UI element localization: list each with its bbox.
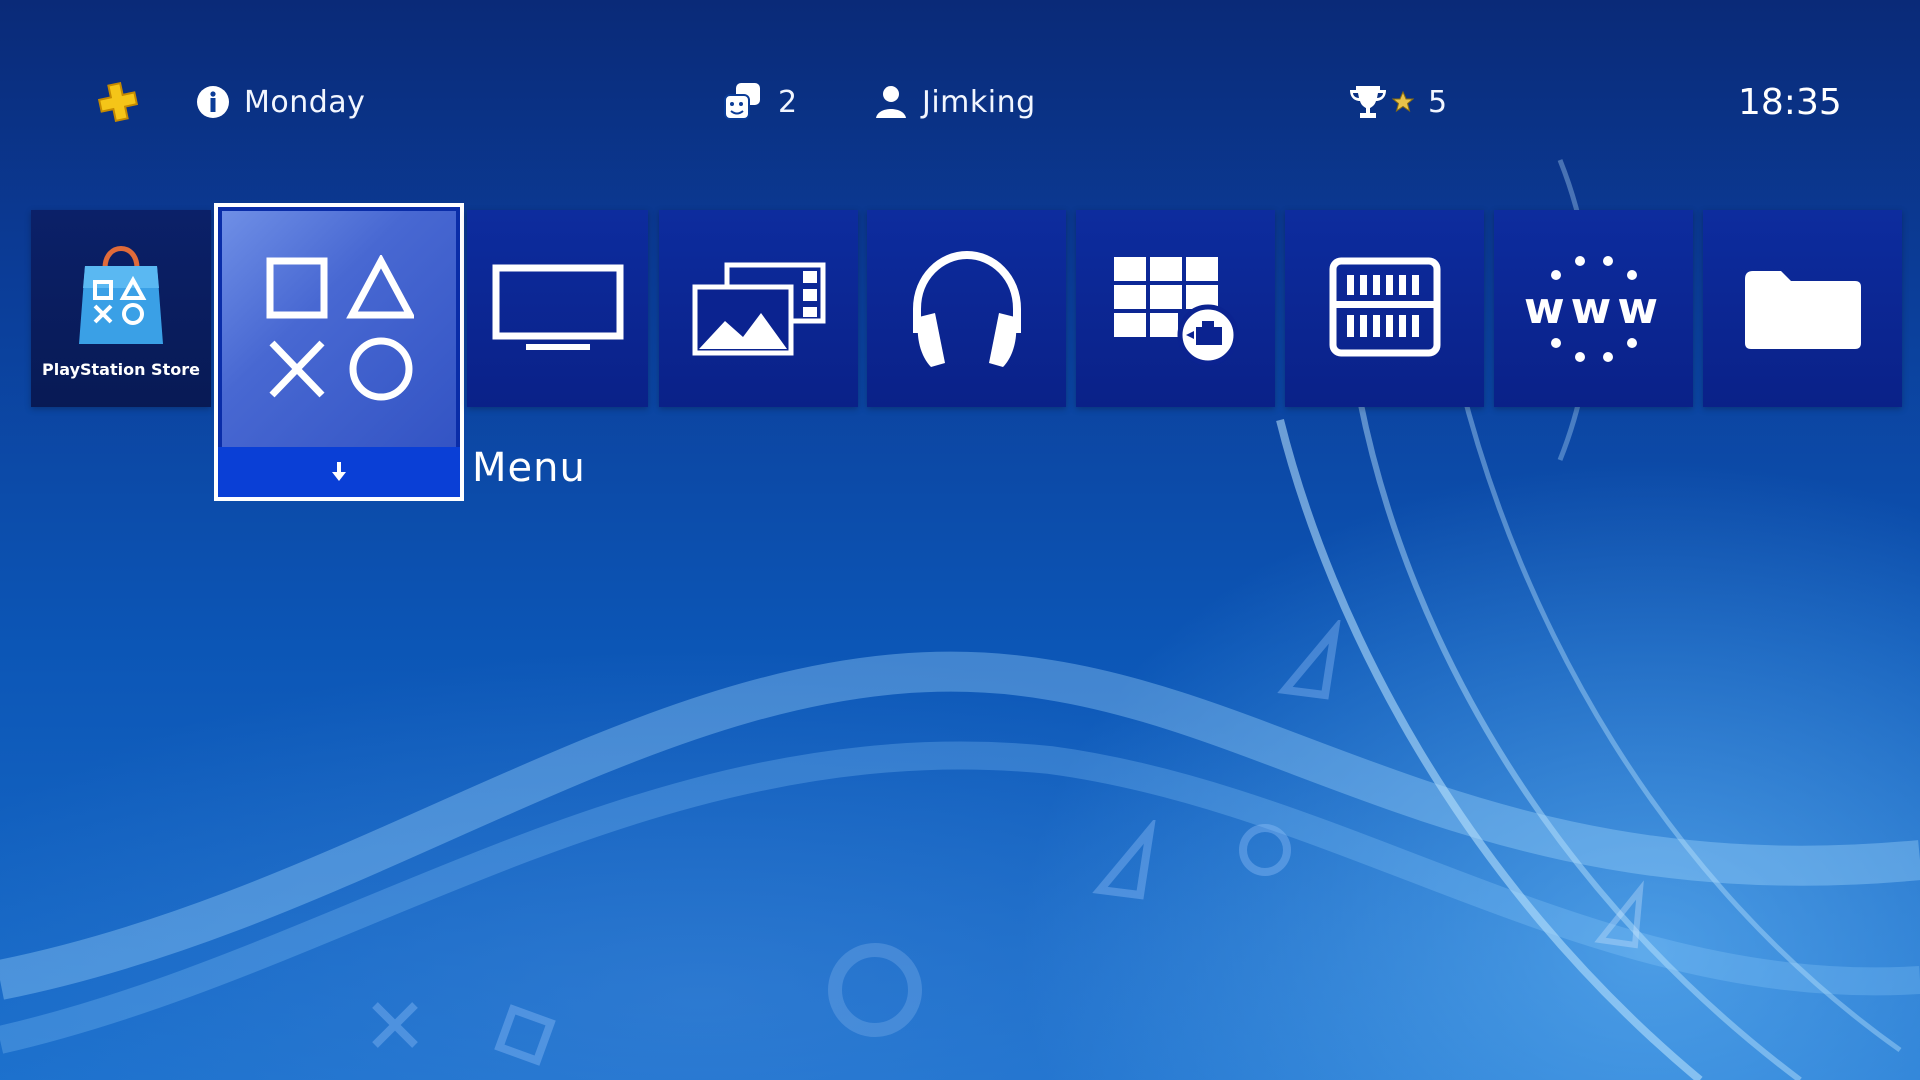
tile-capture-gallery[interactable] (659, 210, 858, 407)
playstation-shapes-icon (266, 254, 414, 400)
internet-browser-icon: www (1524, 255, 1664, 362)
capture-gallery-icon (692, 262, 825, 355)
menu-tile-footer (218, 447, 460, 497)
user-icon (876, 86, 906, 118)
live-from-playstation-icon (1113, 256, 1238, 365)
headphones-icon (912, 250, 1021, 367)
username: Jimking (922, 84, 1036, 120)
store-label: PlayStation Store (42, 360, 200, 379)
menu-tile-face (222, 211, 456, 448)
user-profile[interactable]: Jimking (874, 70, 1036, 134)
floating-cross (372, 1002, 418, 1048)
trophy-icon (1350, 86, 1386, 118)
tile-playstation-store[interactable]: PlayStation Store (31, 210, 211, 407)
friends-status[interactable]: 2 (722, 70, 798, 134)
floating-square (494, 1004, 556, 1066)
info-text: Monday (244, 84, 366, 120)
clock-time: 18:35 (1738, 81, 1842, 123)
tile-tv-video[interactable] (467, 210, 648, 407)
tile-live-from-playstation[interactable] (1076, 210, 1275, 407)
info-notification[interactable]: Monday (196, 70, 365, 134)
trophies[interactable]: 5 (1348, 70, 1448, 134)
library-icon (1329, 257, 1440, 356)
folder-icon (1744, 270, 1861, 349)
floating-triangle (1277, 620, 1341, 700)
tile-library[interactable] (1285, 210, 1484, 407)
clock: 18:35 (1738, 70, 1842, 134)
playstation-plus-badge (96, 70, 140, 134)
floating-circle (828, 943, 922, 1037)
browser-glyph: www (1524, 283, 1664, 334)
info-icon (197, 86, 229, 118)
floating-circle (1239, 824, 1291, 876)
selected-tile-label: Menu (472, 445, 586, 491)
arrow-down-icon (332, 462, 346, 481)
floating-triangle (1092, 820, 1156, 900)
star-icon (1392, 91, 1414, 113)
playstation-store-bag-icon (79, 246, 163, 344)
playstation-plus-icon (97, 81, 139, 123)
tile-internet-browser[interactable]: www (1494, 210, 1693, 407)
tile-folder[interactable] (1703, 210, 1902, 407)
friends-count: 2 (778, 84, 798, 120)
tile-menu-selected[interactable] (214, 203, 464, 501)
home-screen: Monday 2 Jimking 5 18:35 PlayStation Sto… (0, 0, 1920, 1080)
floating-triangle (1594, 880, 1644, 949)
friends-icon (724, 83, 760, 120)
tv-video-icon (492, 264, 623, 350)
tile-music[interactable] (867, 210, 1066, 407)
trophy-count: 5 (1428, 84, 1448, 120)
